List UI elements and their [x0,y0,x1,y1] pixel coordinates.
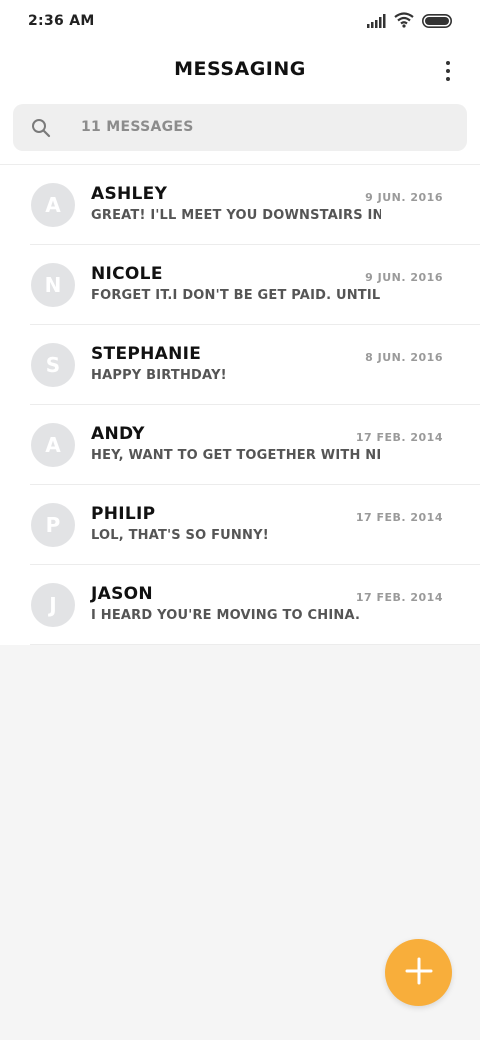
message-preview: FORGET IT.I DON'T BE GET PAID. UNTIL NE [91,288,381,303]
conversation-row[interactable]: S STEPHANIE 8 JUN. 2016 HAPPY BIRTHDAY! [0,325,480,405]
message-date: 17 FEB. 2014 [355,591,443,604]
messaging-screen: 2:36 AM MESSAGING 11 MESSAGES A ASHLEY 9… [0,0,480,1040]
more-vert-icon[interactable] [442,58,454,84]
message-preview: HAPPY BIRTHDAY! [91,368,227,383]
plus-icon [404,956,434,990]
new-message-button[interactable] [385,939,452,1006]
message-date: 17 FEB. 2014 [355,431,443,444]
status-time: 2:36 AM [28,13,95,29]
conversation-row[interactable]: J JASON 17 FEB. 2014 I HEARD YOU'RE MOVI… [0,565,480,645]
contact-name: ASHLEY [91,184,168,204]
search-icon [31,118,51,142]
search-bar[interactable]: 11 MESSAGES [13,104,467,151]
conversation-row[interactable]: A ASHLEY 9 JUN. 2016 GREAT! I'LL MEET YO… [0,165,480,245]
conversation-row[interactable]: N NICOLE 9 JUN. 2016 FORGET IT.I DON'T B… [0,245,480,325]
signal-icon [366,13,386,32]
contact-name: ANDY [91,424,145,444]
page-title: MESSAGING [174,58,306,80]
conversation-row[interactable]: P PHILIP 17 FEB. 2014 LOL, THAT'S SO FUN… [0,485,480,565]
message-date: 8 JUN. 2016 [365,351,443,364]
avatar: A [31,183,75,227]
message-preview: HEY, WANT TO GET TOGETHER WITH NICOL [91,448,381,463]
contact-name: PHILIP [91,504,156,524]
contact-name: JASON [91,584,153,604]
message-preview: I HEARD YOU'RE MOVING TO CHINA. [91,608,361,623]
message-date: 17 FEB. 2014 [355,511,443,524]
avatar: P [31,503,75,547]
battery-icon [422,13,452,32]
message-preview: GREAT! I'LL MEET YOU DOWNSTAIRS IN TE [91,208,381,223]
message-preview: LOL, THAT'S SO FUNNY! [91,528,269,543]
wifi-icon [394,12,414,32]
contact-name: NICOLE [91,264,163,284]
message-date: 9 JUN. 2016 [365,271,443,284]
message-date: 9 JUN. 2016 [365,191,443,204]
avatar: S [31,343,75,387]
avatar: N [31,263,75,307]
app-bar: MESSAGING [0,44,480,100]
status-bar: 2:36 AM [0,0,480,44]
contact-name: STEPHANIE [91,344,202,364]
row-divider [30,644,480,645]
avatar: A [31,423,75,467]
avatar: J [31,583,75,627]
conversation-row[interactable]: A ANDY 17 FEB. 2014 HEY, WANT TO GET TOG… [0,405,480,485]
search-placeholder: 11 MESSAGES [81,119,194,135]
conversation-list: A ASHLEY 9 JUN. 2016 GREAT! I'LL MEET YO… [0,165,480,645]
system-icons [366,12,452,32]
